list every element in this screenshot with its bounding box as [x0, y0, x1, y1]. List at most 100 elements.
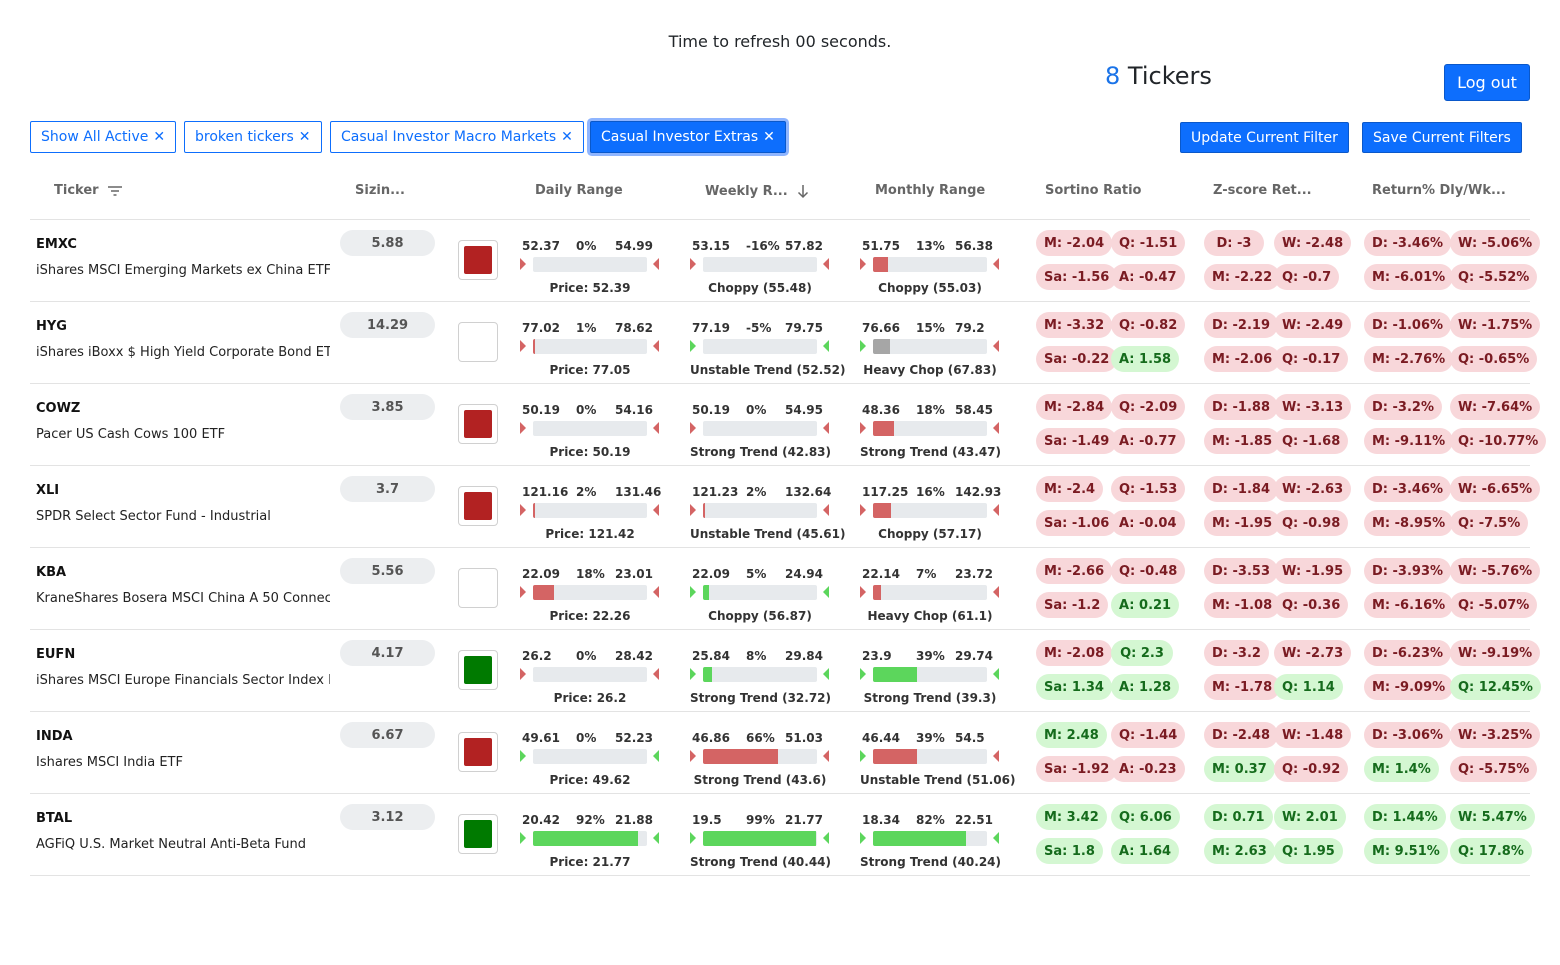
table-row[interactable]: INDA Ishares MSCI India ETF 6.67 49.61 0% 52.…	[30, 712, 1541, 794]
range-low-value: 23.9	[862, 649, 892, 663]
column-header-sortino-ratio[interactable]: Sortino Ratio	[1045, 183, 1141, 198]
column-header-sizing[interactable]: Sizin...	[355, 183, 405, 198]
filter-chip[interactable]: broken tickers ✕	[184, 121, 322, 153]
range-percent: 18%	[916, 403, 945, 417]
return-pill: Q: -0.65%	[1450, 346, 1538, 372]
range-percent: 66%	[746, 731, 775, 745]
range-percent: 18%	[576, 567, 605, 581]
range-bar-fill	[873, 585, 881, 600]
column-header-monthly-range[interactable]: Monthly Range	[875, 183, 985, 198]
range-right-marker-icon	[653, 340, 659, 352]
save-filters-button[interactable]: Save Current Filters	[1362, 122, 1522, 153]
range-bar-track	[533, 257, 647, 272]
ticker-symbol: KBA	[36, 565, 67, 580]
range-high-value: 21.88	[615, 813, 653, 827]
column-header-weekly-range[interactable]: Weekly R...	[705, 183, 810, 199]
signal-indicator-box[interactable]	[458, 568, 498, 608]
column-header-daily-range[interactable]: Daily Range	[535, 183, 623, 198]
sortino-pill: A: 1.64	[1111, 838, 1180, 864]
range-left-marker-icon	[860, 504, 866, 516]
range-bar-track	[533, 667, 647, 682]
range-high-value: 56.38	[955, 239, 993, 253]
table-row[interactable]: EMXC iShares MSCI Emerging Markets ex Chi…	[30, 220, 1541, 302]
sortino-pill: Q: -0.82	[1111, 312, 1186, 338]
sortino-pill: Q: 2.3	[1111, 640, 1173, 666]
range-high-value: 51.03	[785, 731, 823, 745]
close-icon[interactable]: ✕	[561, 129, 573, 145]
update-filter-button[interactable]: Update Current Filter	[1180, 122, 1349, 153]
range-bar-fill	[533, 585, 554, 600]
signal-indicator-box[interactable]	[458, 486, 498, 526]
table-row[interactable]: BTAL AGFiQ U.S. Market Neutral Anti-Beta …	[30, 794, 1535, 876]
ticker-fund-name: iShares MSCI Europe Financials Sector In…	[36, 673, 330, 688]
filter-chip[interactable]: Casual Investor Macro Markets ✕	[330, 121, 584, 153]
zscore-pill: W: -2.49	[1274, 312, 1352, 338]
signal-indicator-box[interactable]	[458, 650, 498, 690]
table-row[interactable]: EUFN iShares MSCI Europe Financials Secto…	[30, 630, 1541, 712]
monthly-range-cell: 23.9 39% 29.74 Strong Trend (39.3)	[860, 649, 1020, 709]
ticker-fund-name: iShares iBoxx $ High Yield Corporate Bon…	[36, 345, 330, 360]
return-pill: D: -3.46%	[1364, 476, 1452, 502]
sortino-pill: Q: -0.48	[1111, 558, 1186, 584]
zscore-pill: Q: -0.98	[1274, 510, 1349, 536]
close-icon[interactable]: ✕	[153, 129, 165, 145]
range-right-marker-icon	[653, 258, 659, 270]
return-pill: D: -3.46%	[1364, 230, 1452, 256]
filter-chip[interactable]: Casual Investor Extras ✕	[590, 121, 786, 153]
signal-indicator-fill	[464, 410, 492, 438]
range-left-marker-icon	[690, 422, 696, 434]
table-row[interactable]: COWZ Pacer US Cash Cows 100 ETF 3.85 50.19 0…	[30, 384, 1547, 466]
range-status-label: Price: 26.2	[553, 691, 627, 705]
filter-icon[interactable]	[107, 185, 123, 197]
return-pill: Q: -5.75%	[1450, 756, 1538, 782]
column-header-zscore-returns[interactable]: Z-score Ret...	[1213, 183, 1312, 198]
close-icon[interactable]: ✕	[299, 129, 311, 145]
signal-indicator-box[interactable]	[458, 404, 498, 444]
signal-indicator-box[interactable]	[458, 732, 498, 772]
monthly-range-cell: 48.36 18% 58.45 Strong Trend (43.47)	[860, 403, 1020, 463]
range-low-value: 50.19	[522, 403, 560, 417]
range-low-value: 20.42	[522, 813, 560, 827]
range-status-label: Price: 77.05	[549, 363, 631, 377]
range-right-marker-icon	[823, 422, 829, 434]
zscore-pill: D: -1.88	[1204, 394, 1278, 420]
range-bar-track	[533, 339, 647, 354]
filter-chip-label: broken tickers	[195, 129, 294, 145]
sort-descending-icon[interactable]	[796, 183, 810, 199]
sortino-pill: M: -3.32	[1036, 312, 1113, 338]
zscore-pill: D: 0.71	[1204, 804, 1273, 830]
return-pill: M: -6.16%	[1364, 592, 1454, 618]
signal-indicator-box[interactable]	[458, 322, 498, 362]
range-bar-track	[873, 831, 987, 846]
table-row[interactable]: KBA KraneShares Bosera MSCI China A 50 Co…	[30, 548, 1541, 630]
column-header-returns[interactable]: Return% Dly/Wk...	[1372, 183, 1506, 198]
range-percent: 0%	[746, 403, 767, 417]
signal-indicator-box[interactable]	[458, 240, 498, 280]
signal-indicator-box[interactable]	[458, 814, 498, 854]
sizing-badge: 4.17	[340, 640, 435, 666]
sizing-badge: 6.67	[340, 722, 435, 748]
daily-range-cell: 20.42 92% 21.88 Price: 21.77	[520, 813, 680, 873]
signal-indicator-fill	[464, 492, 492, 520]
range-left-marker-icon	[860, 340, 866, 352]
range-status-label: Choppy (57.17)	[878, 527, 982, 541]
range-status-label: Strong Trend (39.3)	[863, 691, 997, 705]
range-high-value: 28.42	[615, 649, 653, 663]
logout-button[interactable]: Log out	[1444, 64, 1530, 101]
column-header-ticker[interactable]: Ticker	[54, 183, 123, 198]
zscore-pill: W: -1.48	[1274, 722, 1352, 748]
close-icon[interactable]: ✕	[763, 129, 775, 145]
range-status-label: Strong Trend (43.6)	[693, 773, 827, 787]
range-percent: 13%	[916, 239, 945, 253]
ticker-fund-name: iShares MSCI Emerging Markets ex China E…	[36, 263, 330, 278]
filter-chip[interactable]: Show All Active ✕	[30, 121, 177, 153]
table-row[interactable]: HYG iShares iBoxx $ High Yield Corporate …	[30, 302, 1541, 384]
table-row[interactable]: XLI SPDR Select Sector Fund - Industrial 3…	[30, 466, 1541, 548]
range-low-value: 77.02	[522, 321, 560, 335]
return-pill: W: -6.65%	[1450, 476, 1541, 502]
range-left-marker-icon	[860, 668, 866, 680]
range-percent: 8%	[746, 649, 767, 663]
range-low-value: 22.09	[522, 567, 560, 581]
range-right-marker-icon	[993, 422, 999, 434]
monthly-range-cell: 18.34 82% 22.51 Strong Trend (40.24)	[860, 813, 1020, 873]
